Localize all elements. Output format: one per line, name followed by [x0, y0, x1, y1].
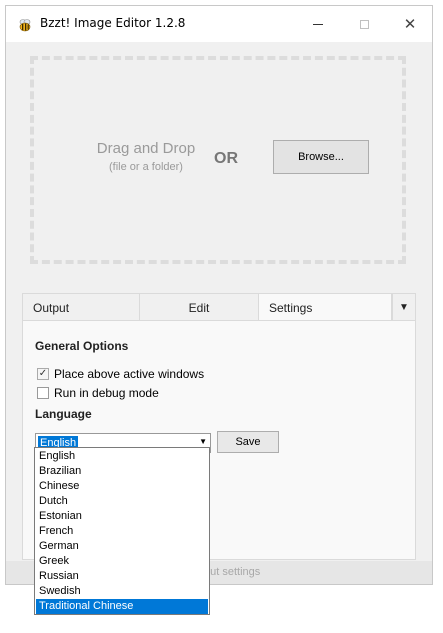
status-text: out settings [204, 566, 261, 578]
option-place-above[interactable]: ✓ Place above active windows [37, 366, 204, 382]
language-option-highlighted[interactable]: Traditional Chinese [36, 599, 208, 614]
language-option[interactable]: Greek [36, 554, 208, 569]
language-option[interactable]: Dutch [36, 494, 208, 509]
tab-settings[interactable]: Settings [258, 293, 392, 321]
language-option[interactable]: Estonian [36, 509, 208, 524]
language-option[interactable]: English [36, 449, 208, 464]
option-label: Place above active windows [54, 367, 205, 381]
drop-zone[interactable]: Drag and Drop (file or a folder) OR Brow… [30, 56, 406, 264]
language-option[interactable]: Swedish [36, 584, 208, 599]
chevron-down-icon: ▼ [199, 437, 207, 446]
option-debug-mode[interactable]: Run in debug mode [37, 385, 159, 401]
language-option[interactable]: German [36, 539, 208, 554]
drop-zone-title: Drag and Drop [96, 140, 196, 157]
tab-overflow-button[interactable]: ▼ [392, 293, 416, 321]
bee-icon [19, 19, 31, 32]
browse-button[interactable]: Browse... [273, 140, 369, 174]
language-option[interactable]: Chinese [36, 479, 208, 494]
checkbox-place-above[interactable]: ✓ [37, 368, 49, 380]
language-heading: Language [35, 407, 92, 421]
title-bar: Bzzt! Image Editor 1.2.8 ✕ [6, 6, 432, 42]
or-label: OR [214, 150, 238, 167]
save-button[interactable]: Save [217, 431, 279, 453]
maximize-button[interactable] [341, 6, 387, 42]
minimize-icon [313, 23, 323, 25]
general-options-heading: General Options [35, 339, 129, 353]
drop-zone-subtitle: (file or a folder) [109, 161, 183, 173]
checkbox-debug-mode[interactable] [37, 387, 49, 399]
tab-output[interactable]: Output [22, 293, 140, 321]
minimize-button[interactable] [295, 6, 341, 42]
chevron-down-icon: ▼ [399, 302, 409, 313]
language-option[interactable]: French [36, 524, 208, 539]
language-option[interactable]: Russian [36, 569, 208, 584]
maximize-icon [359, 19, 369, 29]
option-label: Run in debug mode [54, 386, 159, 400]
language-option[interactable]: Brazilian [36, 464, 208, 479]
tab-edit[interactable]: Edit [140, 293, 258, 321]
close-button[interactable]: ✕ [387, 6, 433, 42]
window-title: Bzzt! Image Editor 1.2.8 [40, 16, 186, 30]
language-dropdown-list[interactable]: English Brazilian Chinese Dutch Estonian… [34, 447, 210, 615]
tab-bar: Output Edit Settings ▼ [22, 293, 416, 321]
